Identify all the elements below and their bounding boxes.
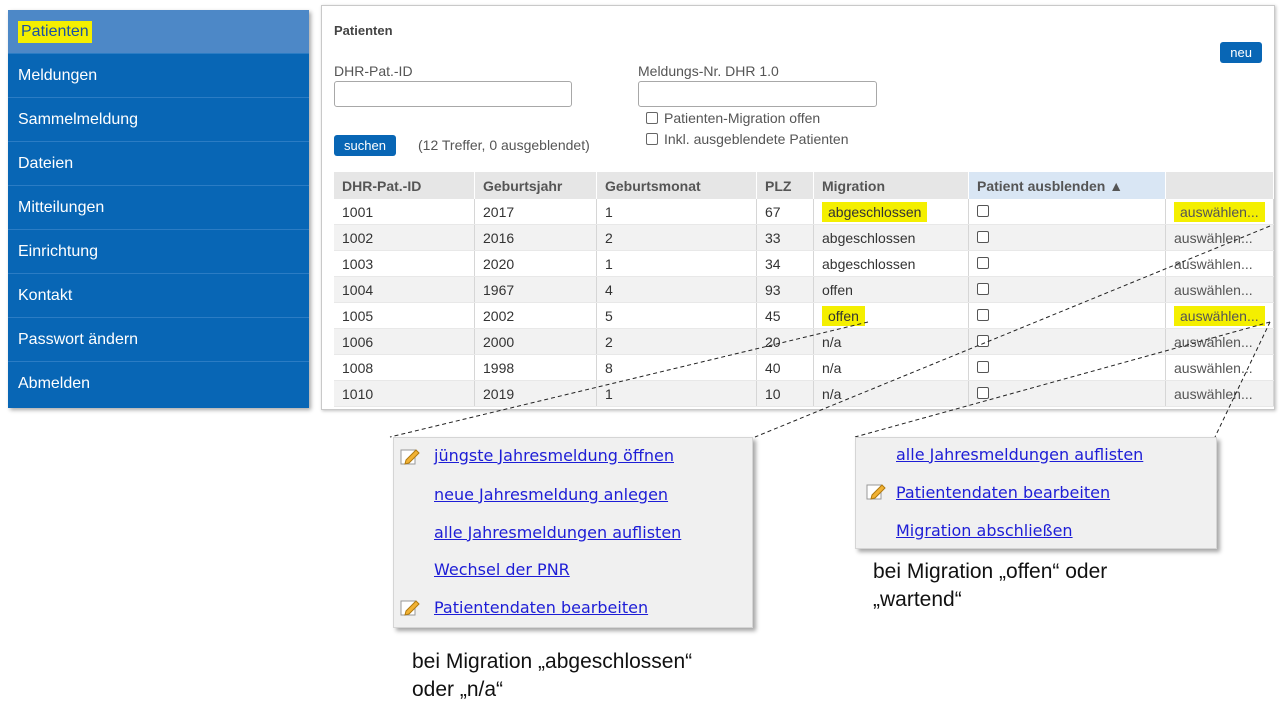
pencil-icon	[400, 449, 420, 465]
connector-line	[754, 225, 1271, 438]
menu-item-complete-migration[interactable]: Migration abschließen	[896, 516, 1073, 544]
menu-link[interactable]: neue Jahresmeldung anlegen	[434, 485, 668, 504]
caption-completed: bei Migration „abgeschlossen“ oder „n/a“	[412, 648, 692, 704]
menu-item-edit-patient[interactable]: Patientendaten bearbeiten	[896, 478, 1110, 506]
menu-item-edit-patient[interactable]: Patientendaten bearbeiten	[434, 593, 648, 621]
pencil-icon	[866, 484, 886, 500]
menu-link[interactable]: alle Jahresmeldungen auflisten	[434, 523, 681, 542]
menu-item-list-reports[interactable]: alle Jahresmeldungen auflisten	[896, 440, 1143, 468]
menu-item-new-report[interactable]: neue Jahresmeldung anlegen	[434, 480, 668, 508]
menu-link[interactable]: Patientendaten bearbeiten	[896, 483, 1110, 502]
caption-line: bei Migration „offen“ oder	[873, 560, 1108, 583]
menu-link[interactable]: jüngste Jahresmeldung öffnen	[434, 446, 674, 465]
caption-open: bei Migration „offen“ oder „wartend“	[873, 558, 1107, 614]
menu-link[interactable]: alle Jahresmeldungen auflisten	[896, 445, 1143, 464]
caption-line: „wartend“	[873, 588, 962, 611]
context-menu-completed: jüngste Jahresmeldung öffnen neue Jahres…	[393, 437, 753, 628]
menu-link[interactable]: Migration abschließen	[896, 521, 1073, 540]
menu-link[interactable]: Wechsel der PNR	[434, 560, 570, 579]
menu-item-open-latest[interactable]: jüngste Jahresmeldung öffnen	[434, 441, 674, 469]
pencil-icon	[400, 600, 420, 616]
context-menu-open: alle Jahresmeldungen auflisten Patienten…	[855, 437, 1217, 549]
menu-link[interactable]: Patientendaten bearbeiten	[434, 598, 648, 617]
menu-item-list-reports[interactable]: alle Jahresmeldungen auflisten	[434, 518, 681, 546]
caption-line: oder „n/a“	[412, 678, 504, 701]
connector-line	[1214, 321, 1271, 438]
caption-line: bei Migration „abgeschlossen“	[412, 650, 693, 673]
connector-line	[854, 321, 1271, 438]
menu-item-change-pnr[interactable]: Wechsel der PNR	[434, 555, 570, 583]
